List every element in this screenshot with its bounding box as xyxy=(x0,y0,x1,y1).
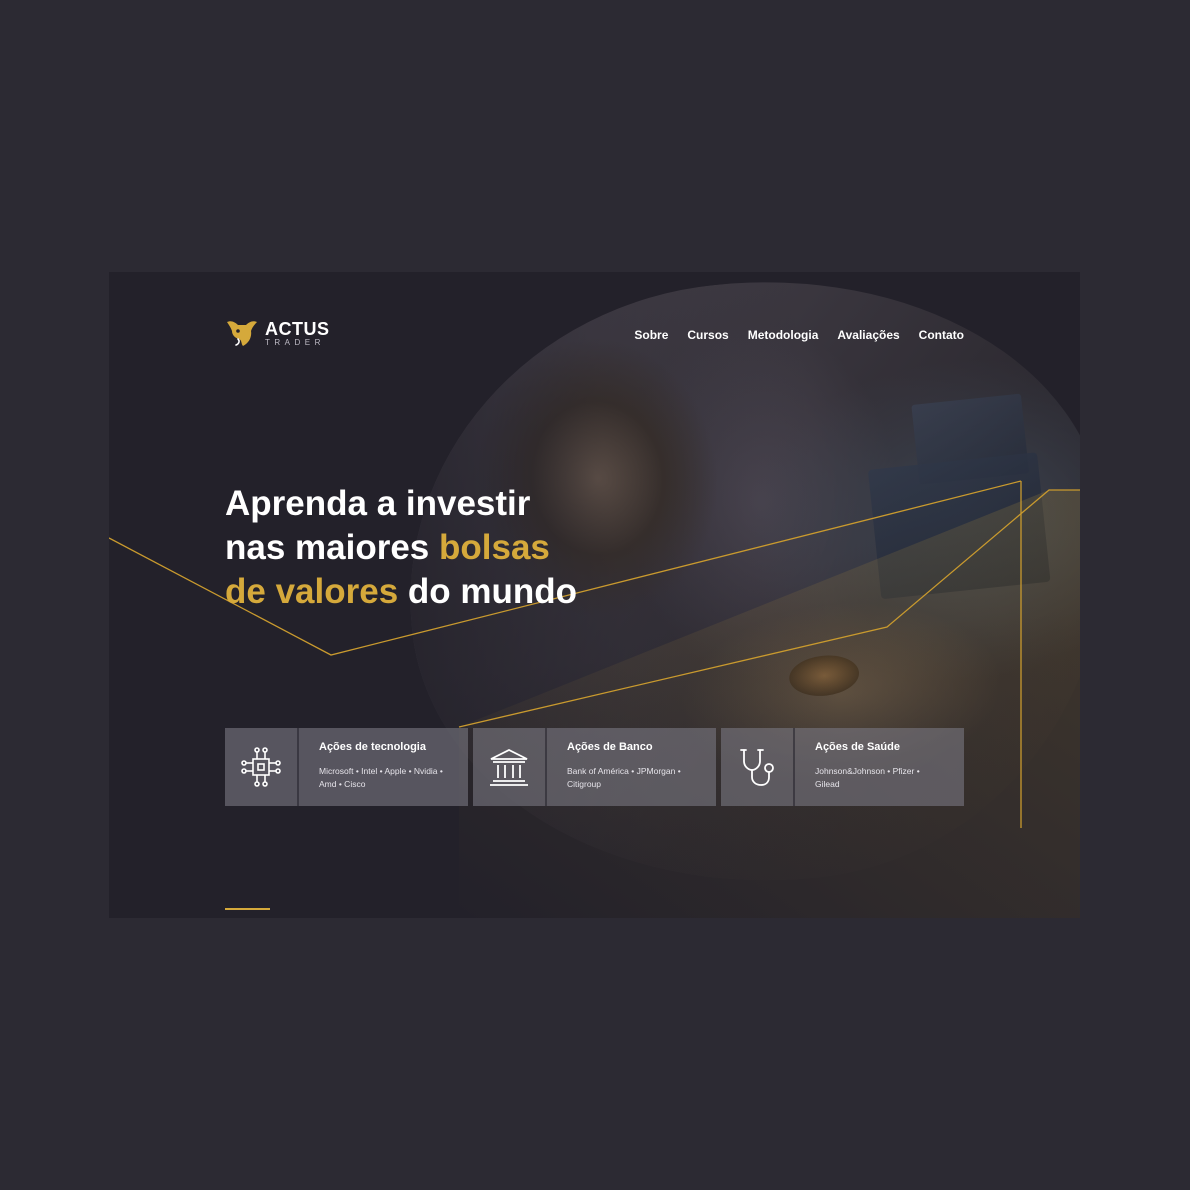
hero-line-3: do mundo xyxy=(398,572,578,611)
card-bank-stocks[interactable]: Ações de Banco Bank of América • JPMorga… xyxy=(473,728,716,806)
circuit-chip-icon xyxy=(241,747,281,787)
nav-link-avaliacoes[interactable]: Avaliações xyxy=(837,328,899,342)
card-health-stocks[interactable]: Ações de Saúde Johnson&Johnson • Pfizer … xyxy=(721,728,964,806)
card-description: Johnson&Johnson • Pfizer • Gilead xyxy=(815,766,920,789)
card-title: Ações de Saúde xyxy=(815,741,900,753)
landing-page-frame: ACTUS TRADER Sobre Cursos Metodologia Av… xyxy=(109,272,1080,918)
hero-line-2: nas maiores xyxy=(225,528,439,567)
card-tech-stocks[interactable]: Ações de tecnologia Microsoft • Intel • … xyxy=(225,728,468,806)
card-description: Microsoft • Intel • Apple • Nvidia • Amd… xyxy=(319,766,443,789)
nav-link-contato[interactable]: Contato xyxy=(919,328,964,342)
card-title: Ações de Banco xyxy=(567,741,653,753)
hero-highlight-bolsas: bolsas xyxy=(439,528,550,567)
brand-tagline: TRADER xyxy=(265,337,325,347)
hero-headline: Aprenda a investir nas maiores bolsas de… xyxy=(225,482,577,614)
stock-category-cards: Ações de tecnologia Microsoft • Intel • … xyxy=(225,728,964,806)
card-title: Ações de tecnologia xyxy=(319,741,426,753)
bull-head-icon xyxy=(227,321,257,346)
section-indicator xyxy=(225,908,270,910)
hero-highlight-valores: de valores xyxy=(225,572,399,611)
brand-name: ACTUS xyxy=(265,318,330,339)
nav-link-metodologia[interactable]: Metodologia xyxy=(748,328,819,342)
nav-link-sobre[interactable]: Sobre xyxy=(634,328,668,342)
stethoscope-icon xyxy=(740,749,774,786)
nav-link-cursos[interactable]: Cursos xyxy=(687,328,728,342)
main-nav: Sobre Cursos Metodologia Avaliações Cont… xyxy=(634,328,964,342)
hero-line-1: Aprenda a investir xyxy=(225,484,531,523)
brand-logo[interactable]: ACTUS TRADER xyxy=(225,316,330,350)
card-description: Bank of América • JPMorgan • Citigroup xyxy=(567,766,681,789)
bank-building-icon xyxy=(490,748,528,786)
